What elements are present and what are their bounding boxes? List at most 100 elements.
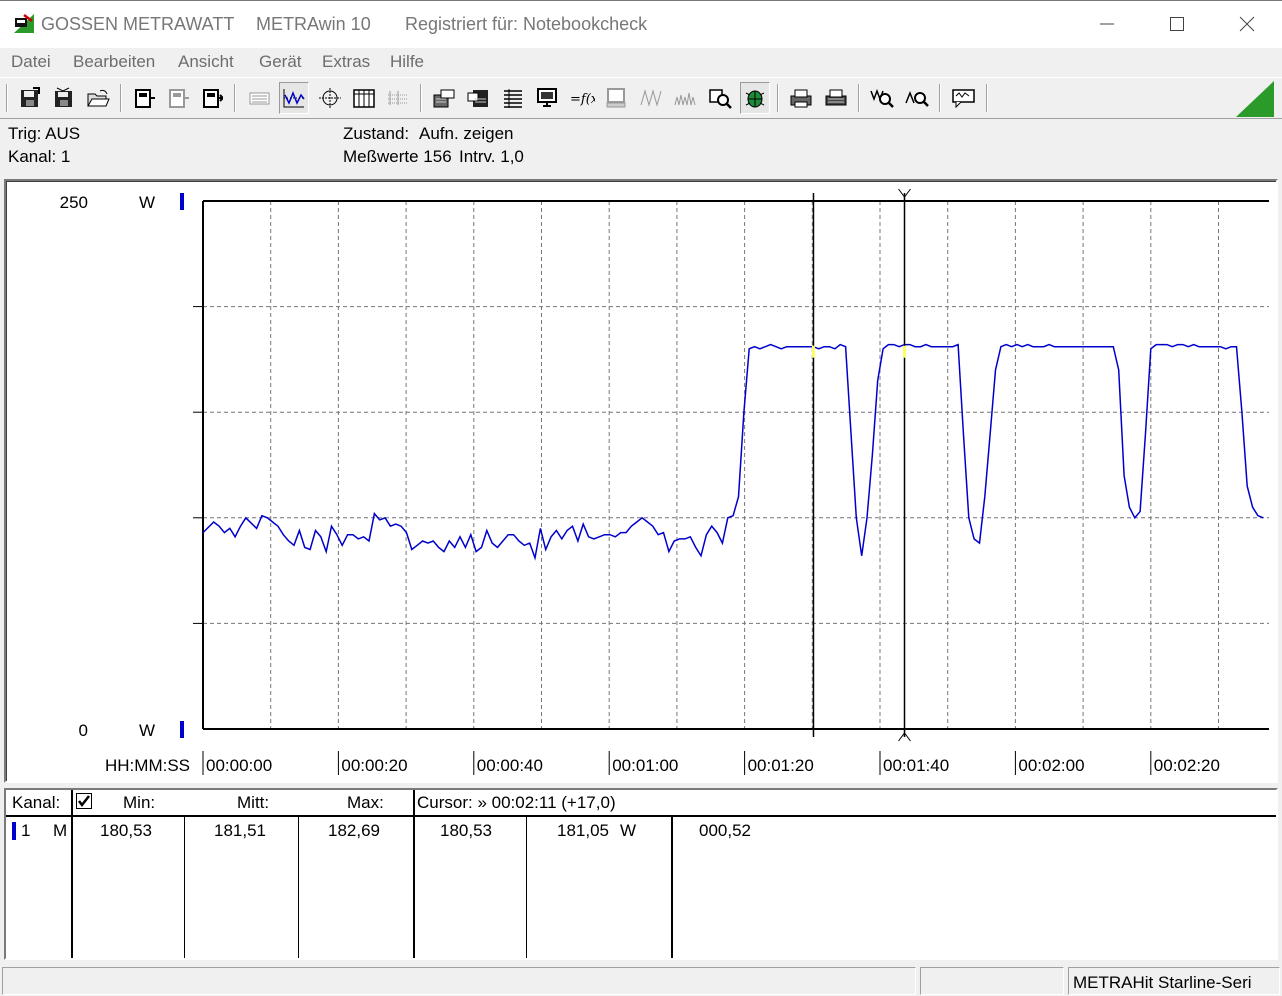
- menu-hilfe[interactable]: Hilfe: [390, 52, 424, 72]
- save-button[interactable]: [15, 82, 45, 114]
- channel-checkbox[interactable]: [76, 793, 92, 809]
- table-divider: [671, 816, 673, 958]
- table-divider: [184, 816, 185, 958]
- row-mean: 181,51: [214, 821, 266, 840]
- toolbar-separator: [120, 84, 122, 112]
- x-tick-label: 00:00:20: [341, 756, 407, 775]
- x-tick-label: 00:01:20: [748, 756, 814, 775]
- sample-count: Meßwerte 156: [343, 147, 452, 166]
- keyboard-button[interactable]: [244, 82, 274, 114]
- title-bar: GOSSEN METRAWATT METRAwin 10 Registriert…: [0, 0, 1282, 48]
- registration-title: Registriert für: Notebookcheck: [405, 14, 648, 34]
- import-button[interactable]: [463, 82, 493, 114]
- open-folder-button[interactable]: [83, 82, 113, 114]
- zoom-search-icon: [905, 90, 929, 107]
- svg-text:=f(x): =f(x): [570, 92, 595, 107]
- toolbar-separator: [986, 84, 988, 112]
- header-cursor: Cursor: » 00:02:11 (+17,0): [417, 793, 616, 812]
- y-min-unit: W: [139, 721, 155, 740]
- open-folder-icon: [87, 89, 110, 107]
- channel-status: Kanal: 1: [8, 147, 71, 166]
- header-min: Min:: [123, 793, 156, 812]
- waveform-view-icon: [283, 89, 305, 108]
- device-out-button[interactable]: [197, 82, 227, 114]
- row-max: 182,69: [328, 821, 380, 840]
- table-divider: [413, 790, 415, 958]
- chart-panel[interactable]: 250 W 0 W HH:MM:SS 00:00:00 00:00:20 00:00:40 00…: [4, 179, 1278, 783]
- row-cursor2: 181,05: [557, 821, 609, 840]
- signal-alt-button[interactable]: [670, 82, 700, 114]
- zoom-waveform-button[interactable]: [867, 82, 897, 114]
- device-out-icon: [203, 89, 223, 108]
- zoom-device-button[interactable]: [705, 82, 735, 114]
- table-divider: [526, 816, 527, 958]
- row-min: 180,53: [100, 821, 152, 840]
- device-mid-button[interactable]: [163, 82, 193, 114]
- dotted-grid-button[interactable]: [383, 82, 413, 114]
- menu-extras[interactable]: Extras: [322, 52, 370, 72]
- monitor-button[interactable]: [532, 82, 562, 114]
- y-max-unit: W: [139, 193, 155, 212]
- minimize-button[interactable]: [1072, 1, 1142, 47]
- list-button[interactable]: [498, 82, 528, 114]
- message-icon: [952, 89, 975, 109]
- save-as-button[interactable]: [49, 82, 79, 114]
- close-button[interactable]: [1212, 1, 1282, 47]
- measurement-table: Kanal: Min: Mitt: Max: Cursor: » 00:02:1…: [4, 788, 1278, 960]
- y-max-label: 250: [60, 193, 88, 212]
- toolbar-separator: [6, 84, 8, 112]
- crosshair-icon: [319, 88, 341, 108]
- power-chart[interactable]: 250 W 0 W HH:MM:SS 00:00:00 00:00:20 00:00:40 00…: [6, 181, 1276, 781]
- x-tick-label: 00:02:20: [1154, 756, 1220, 775]
- print-icon: [825, 89, 847, 106]
- status-pane-main: [2, 967, 916, 995]
- zoom-search-button[interactable]: [902, 82, 932, 114]
- waveform-view-button[interactable]: [279, 82, 309, 114]
- x-tick-label: 00:02:00: [1018, 756, 1084, 775]
- toolbar-separator: [420, 84, 422, 112]
- status-pane-mid: [920, 967, 1064, 995]
- function-button[interactable]: =f(x): [567, 82, 597, 114]
- table-divider: [71, 790, 73, 958]
- menu-geraet[interactable]: Gerät: [259, 52, 302, 72]
- menu-bearbeiten[interactable]: Bearbeiten: [73, 52, 155, 72]
- export-button[interactable]: [429, 82, 459, 114]
- info-panel: Trig: AUS Kanal: 1 Zustand: Aufn. zeigen…: [0, 120, 1282, 176]
- print-button[interactable]: [821, 82, 851, 114]
- signal-icon: [640, 89, 662, 107]
- table-view-icon: [353, 89, 375, 108]
- list-icon: [504, 89, 522, 108]
- table-view-button[interactable]: [349, 82, 379, 114]
- toolbar-separator: [234, 84, 236, 112]
- import-icon: [467, 90, 488, 107]
- bug-button[interactable]: [740, 82, 770, 114]
- channel-color-swatch: [12, 822, 16, 840]
- y-min-label: 0: [79, 721, 88, 740]
- row-unit: W: [620, 821, 637, 840]
- row-mode: M: [53, 821, 68, 840]
- export-icon: [433, 89, 455, 108]
- save-as-icon: [55, 87, 72, 107]
- zoom-waveform-icon: [870, 88, 894, 108]
- message-button[interactable]: [949, 82, 979, 114]
- maximize-button[interactable]: [1142, 1, 1212, 47]
- menu-ansicht[interactable]: Ansicht: [178, 52, 234, 72]
- device-in-icon: [135, 89, 155, 108]
- print-preview-button[interactable]: [786, 82, 816, 114]
- status-pane-device: METRAHit Starline-Seri: [1068, 967, 1280, 995]
- state-label: Zustand:: [343, 124, 410, 143]
- header-mean: Mitt:: [237, 793, 270, 812]
- menu-datei[interactable]: Datei: [11, 52, 51, 72]
- computer-button[interactable]: [601, 82, 631, 114]
- signal-button[interactable]: [636, 82, 666, 114]
- y-max-marker: [180, 193, 184, 210]
- x-tick-label: 00:00:00: [206, 756, 272, 775]
- corner-triangle-icon: [1236, 81, 1274, 117]
- header-max: Max:: [347, 793, 384, 812]
- toolbar-separator: [939, 84, 941, 112]
- function-icon: =f(x): [570, 92, 595, 107]
- device-in-button[interactable]: [129, 82, 159, 114]
- sample-interval: Intrv. 1,0: [459, 147, 524, 166]
- crosshair-button[interactable]: [315, 82, 345, 114]
- signal-alt-icon: [674, 92, 696, 106]
